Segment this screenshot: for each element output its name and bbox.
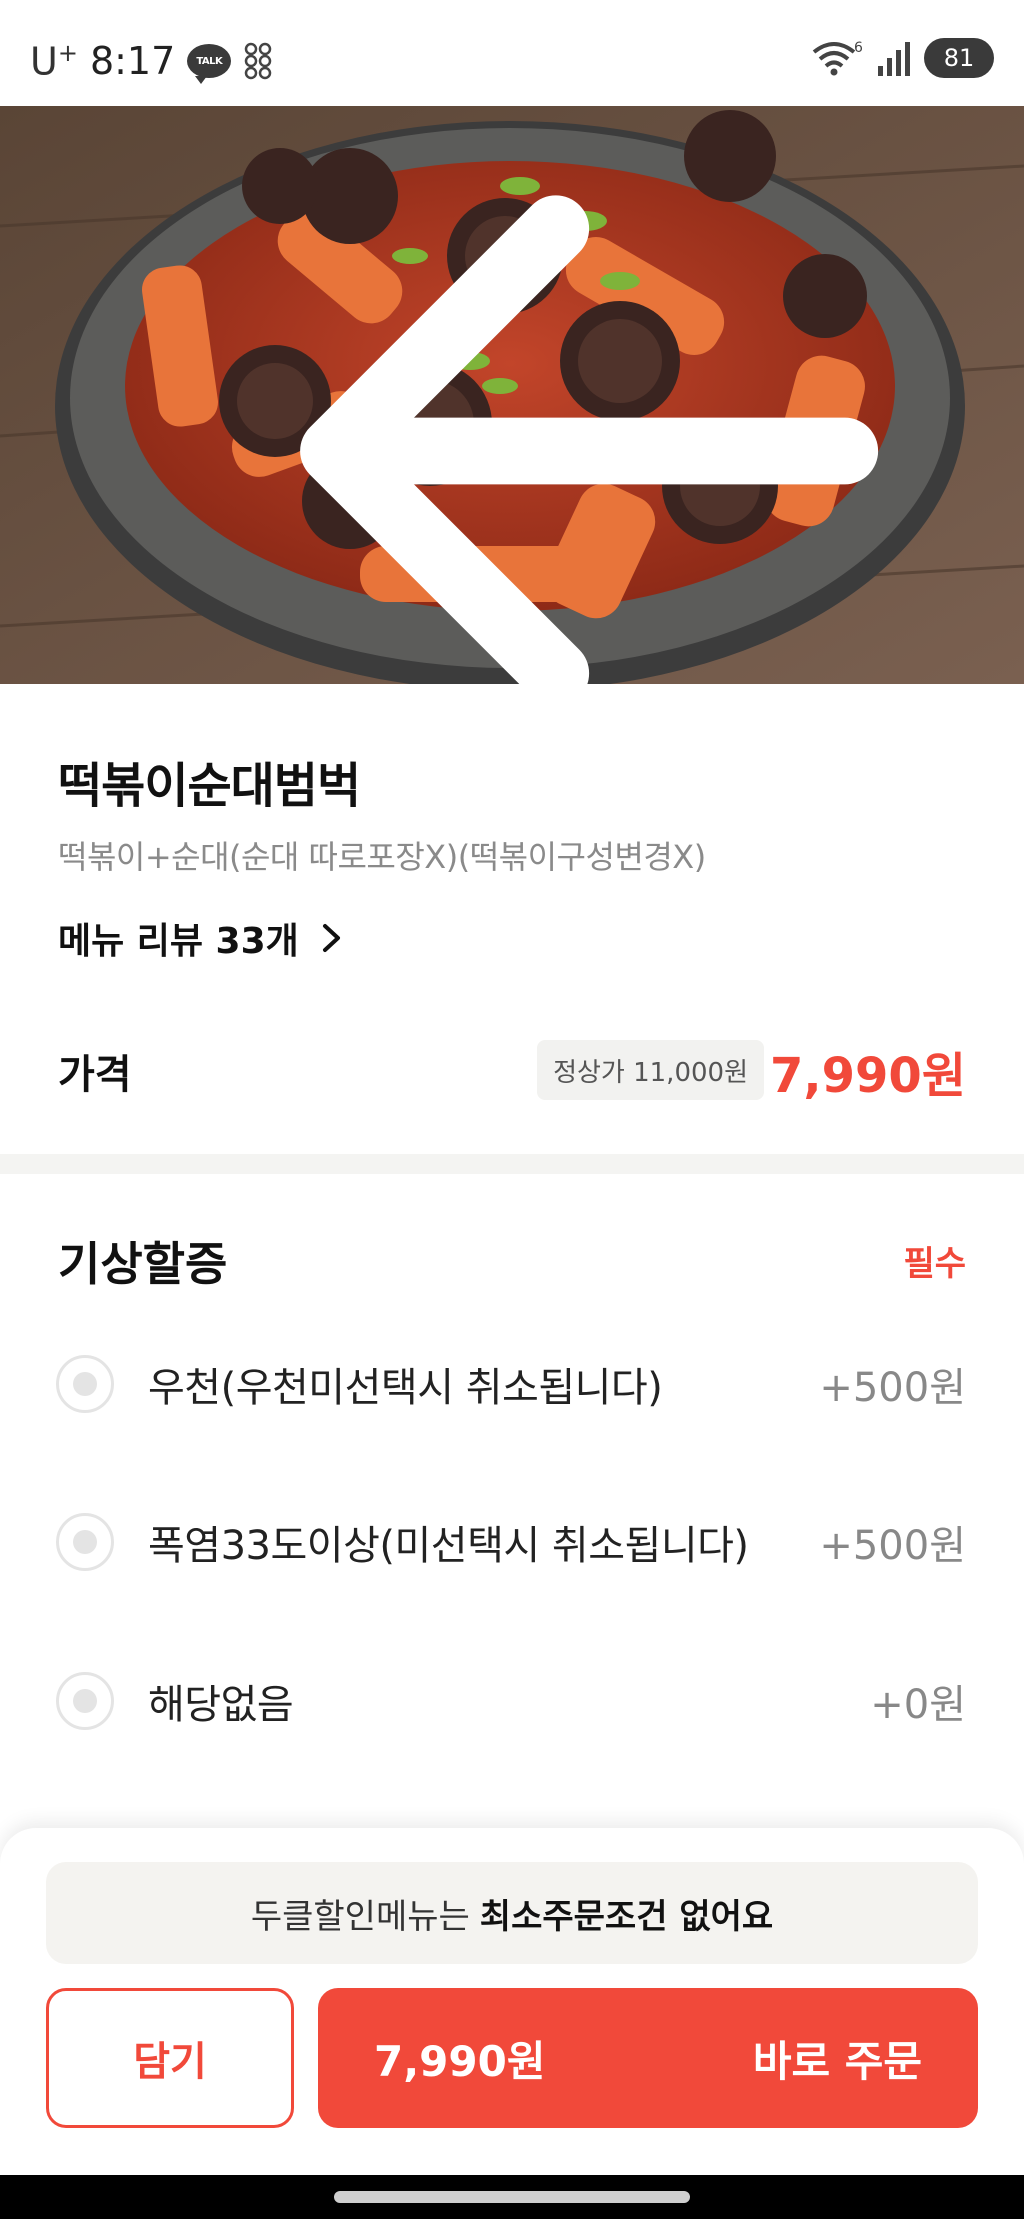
option-label: 폭염33도이상(미선택시 취소됩니다): [148, 1523, 749, 1569]
order-button-price: 7,990원: [374, 2036, 546, 2086]
option-price: +500원: [819, 1365, 966, 1411]
status-bar: U+ 8:17 TALK 6 81: [0, 0, 1024, 106]
option-group-weather-surcharge: 기상할증 필수 우천(우천미선택시 취소됩니다) +500원 폭염33도이상(미…: [0, 1174, 1024, 1814]
price-label: 가격: [58, 1052, 132, 1098]
talk-badge-text: TALK: [196, 55, 223, 67]
radio-button[interactable]: [56, 1672, 114, 1730]
review-link-label: 메뉴 리뷰 33개: [58, 921, 299, 962]
radio-button[interactable]: [56, 1513, 114, 1571]
notification-dots-icon: [245, 42, 272, 80]
carrier-name: U: [30, 39, 58, 84]
option-price: +0원: [870, 1682, 966, 1728]
clock: 8:17: [89, 39, 176, 83]
original-price-badge: 정상가 11,000원: [537, 1040, 764, 1100]
chevron-right-icon: [322, 924, 340, 952]
option-group-title: 기상할증: [58, 1237, 228, 1291]
battery-icon: 81: [924, 38, 994, 78]
signal-icon: [878, 42, 910, 76]
option-rain[interactable]: 우천(우천미선택시 취소됩니다) +500원: [0, 1329, 1024, 1439]
option-label: 우천(우천미선택시 취소됩니다): [148, 1365, 663, 1411]
wifi-icon: 6: [812, 40, 863, 76]
status-left: U+ 8:17 TALK: [30, 36, 273, 86]
menu-review-link[interactable]: 메뉴 리뷰 33개: [58, 912, 343, 964]
back-arrow-icon[interactable]: [66, 162, 1024, 684]
menu-title: 떡볶이순대범벅: [58, 758, 361, 814]
menu-info-section: 떡볶이순대범벅 떡볶이+순대(순대 따로포장X)(떡볶이구성변경X) 메뉴 리뷰…: [0, 684, 1024, 1154]
option-heatwave[interactable]: 폭염33도이상(미선택시 취소됩니다) +500원: [0, 1487, 1024, 1597]
section-divider: [0, 1154, 1024, 1174]
sale-price: 7,990원: [770, 1048, 966, 1104]
order-now-button[interactable]: 7,990원 바로 주문: [318, 1988, 978, 2128]
min-order-notice: 두클할인메뉴는 최소주문조건 없어요: [46, 1862, 978, 1964]
bottom-order-bar: 두클할인메뉴는 최소주문조건 없어요 담기 7,990원 바로 주문: [0, 1828, 1024, 2175]
option-price: +500원: [819, 1523, 966, 1569]
menu-hero-image: [0, 106, 1024, 684]
required-badge: 필수: [903, 1244, 966, 1284]
carrier-plus: +: [57, 38, 78, 67]
add-to-cart-button[interactable]: 담기: [46, 1988, 294, 2128]
status-right: 6 81: [810, 38, 994, 78]
battery-level: 81: [943, 44, 975, 72]
menu-description: 떡볶이+순대(순대 따로포장X)(떡볶이구성변경X): [58, 838, 706, 876]
order-button-label: 바로 주문: [752, 2036, 922, 2086]
network-badge: 6: [854, 40, 863, 56]
option-label: 해당없음: [148, 1682, 294, 1728]
system-navigation-bar: [0, 2175, 1024, 2219]
radio-button[interactable]: [56, 1355, 114, 1413]
carrier-label: U+: [30, 39, 78, 84]
notice-prefix: 두클할인메뉴는: [250, 1896, 470, 1937]
option-none[interactable]: 해당없음 +0원: [0, 1646, 1024, 1756]
kakao-talk-icon: TALK: [187, 44, 232, 84]
home-gesture-handle[interactable]: [334, 2191, 690, 2203]
notice-bold: 최소주문조건 없어요: [479, 1896, 774, 1937]
